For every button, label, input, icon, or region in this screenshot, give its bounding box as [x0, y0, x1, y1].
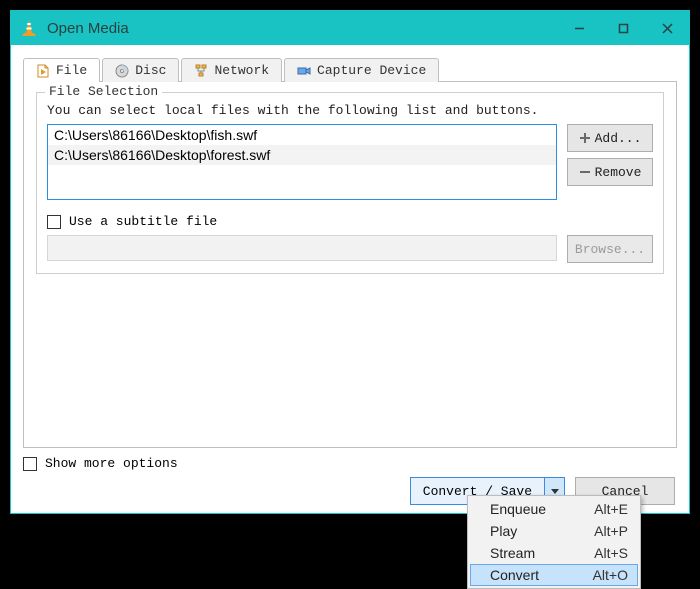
tab-file-label: File	[56, 63, 87, 78]
tab-disc-label: Disc	[135, 63, 166, 78]
open-media-window: Open Media File	[10, 10, 690, 514]
browse-button-label: Browse...	[575, 242, 645, 257]
menu-item-shortcut: Alt+S	[594, 545, 628, 561]
menu-item-enqueue[interactable]: Enqueue Alt+E	[470, 498, 638, 520]
menu-item-play[interactable]: Play Alt+P	[470, 520, 638, 542]
file-buttons: Add... Remove	[567, 124, 653, 200]
disc-icon	[115, 64, 129, 78]
titlebar: Open Media	[11, 11, 689, 45]
vlc-cone-icon	[19, 18, 39, 38]
tab-pane: File Selection You can select local file…	[23, 81, 677, 448]
subtitle-checkbox-row: Use a subtitle file	[47, 214, 653, 229]
remove-button-label: Remove	[595, 165, 642, 180]
tab-capture[interactable]: Capture Device	[284, 58, 439, 82]
close-button[interactable]	[645, 11, 689, 45]
network-icon	[194, 64, 208, 78]
menu-item-shortcut: Alt+O	[593, 567, 628, 583]
show-more-label: Show more options	[45, 456, 178, 471]
menu-item-label: Play	[490, 523, 594, 539]
minimize-button[interactable]	[557, 11, 601, 45]
add-button[interactable]: Add...	[567, 124, 653, 152]
tab-network-label: Network	[214, 63, 269, 78]
tab-disc[interactable]: Disc	[102, 58, 179, 82]
file-row[interactable]: C:\Users\86166\Desktop\forest.swf	[48, 145, 556, 165]
file-list[interactable]: C:\Users\86166\Desktop\fish.swf C:\Users…	[47, 124, 557, 200]
show-more-row: Show more options	[23, 456, 677, 471]
minus-icon	[579, 166, 591, 178]
menu-item-shortcut: Alt+P	[594, 523, 628, 539]
tab-capture-label: Capture Device	[317, 63, 426, 78]
remove-button[interactable]: Remove	[567, 158, 653, 186]
menu-item-shortcut: Alt+E	[594, 501, 628, 517]
window-title: Open Media	[47, 20, 129, 37]
add-button-label: Add...	[595, 131, 642, 146]
chevron-down-icon	[551, 489, 559, 494]
file-selection-hint: You can select local files with the foll…	[47, 103, 653, 118]
file-selection-group: File Selection You can select local file…	[36, 92, 664, 274]
tab-network[interactable]: Network	[181, 58, 282, 82]
show-more-checkbox[interactable]	[23, 457, 37, 471]
client-area: File Disc Network	[11, 45, 689, 513]
menu-item-stream[interactable]: Stream Alt+S	[470, 542, 638, 564]
maximize-button[interactable]	[601, 11, 645, 45]
subtitle-checkbox-label: Use a subtitle file	[69, 214, 217, 229]
menu-item-convert[interactable]: Convert Alt+O	[470, 564, 638, 586]
menu-item-label: Stream	[490, 545, 594, 561]
menu-item-label: Convert	[490, 567, 593, 583]
subtitle-path-input	[47, 235, 557, 261]
tab-file[interactable]: File	[23, 58, 100, 82]
browse-button: Browse...	[567, 235, 653, 263]
file-icon	[36, 64, 50, 78]
plus-icon	[579, 132, 591, 144]
tab-row: File Disc Network	[23, 55, 677, 81]
subtitle-checkbox[interactable]	[47, 215, 61, 229]
convert-save-dropdown-menu: Enqueue Alt+E Play Alt+P Stream Alt+S Co…	[467, 495, 641, 589]
capture-icon	[297, 64, 311, 78]
menu-item-label: Enqueue	[490, 501, 594, 517]
file-selection-legend: File Selection	[45, 84, 162, 99]
file-row[interactable]: C:\Users\86166\Desktop\fish.swf	[48, 125, 556, 145]
